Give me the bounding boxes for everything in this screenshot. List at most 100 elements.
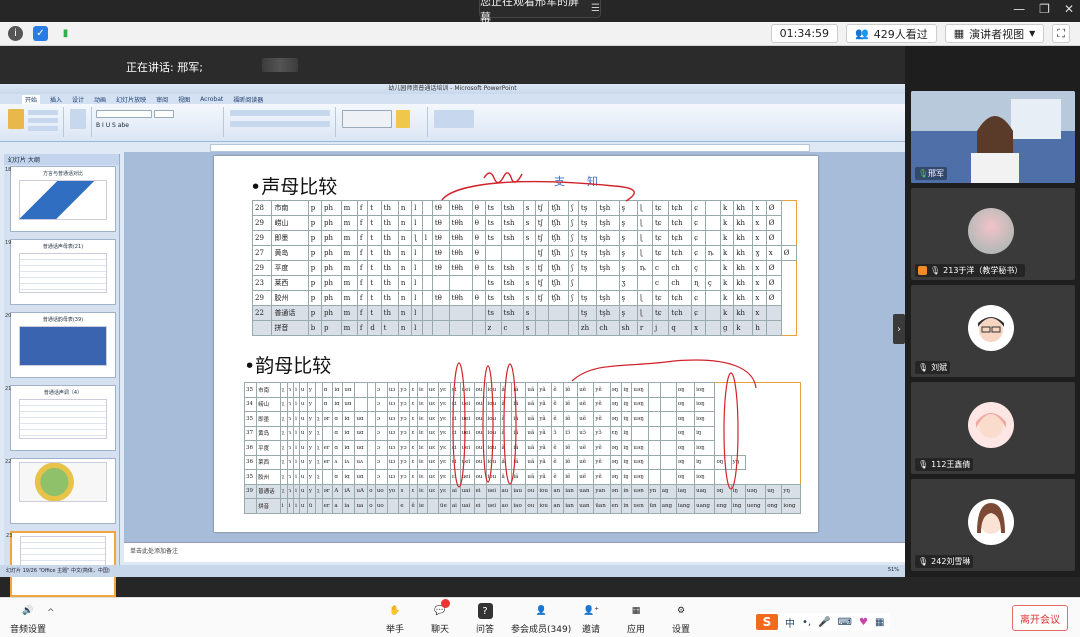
screen-share-banner[interactable]: 您正在观看邢军的屏幕 ☰ [479, 0, 601, 24]
table-row: 35 即墨 ʅ ɿ i u y ʅ ər ɑ iɑ uɑ ɔ uɔ yɔ ɛ iɛ uɛ yɛ ɛi uei ou iou ã… [243, 411, 801, 427]
raise-hand-button[interactable]: ✋ 举手 [386, 603, 404, 635]
table-cell: θ [471, 245, 486, 261]
table-cell: kh [733, 305, 754, 321]
slide-thumbnail[interactable]: 23 [6, 531, 116, 597]
copy-button[interactable] [28, 118, 58, 123]
zoom-level[interactable]: 51% [888, 567, 899, 575]
participant-name: 112王鑫倩 [931, 460, 971, 469]
ribbon-tab[interactable]: Acrobat [200, 96, 223, 103]
table-cell: ou [473, 382, 487, 398]
table-cell: tşh [596, 230, 620, 246]
table-cell [534, 320, 550, 336]
voice-icon[interactable]: 🎤 [818, 617, 830, 628]
quick-styles-button[interactable] [396, 110, 410, 128]
participant-tile[interactable]: 🎙 213于洋（教学秘书） [911, 188, 1075, 280]
restore-icon[interactable]: ❐ [1039, 2, 1050, 16]
list-buttons[interactable] [230, 110, 330, 116]
settings-button[interactable]: ⚙ 设置 [672, 603, 690, 635]
slide-thumbnail[interactable]: 18 方言与普通话对比 [5, 166, 116, 232]
table-cell: ph [321, 200, 342, 216]
view-mode-button[interactable]: ▦ 演讲者视图 ▼ [944, 24, 1045, 43]
table-cell: kh [733, 275, 754, 291]
slide-thumbnail[interactable]: 21 普通话声调（4） [5, 385, 116, 451]
qa-button[interactable]: ? 问答 [476, 603, 494, 635]
table-row: 拼音 b p m f d t n l z c s zh ch sh r j q x g k h [251, 320, 797, 336]
table-cell: m [340, 320, 358, 336]
shapes-gallery[interactable] [342, 110, 392, 128]
fullscreen-button[interactable]: ⛶ [1052, 24, 1070, 43]
ime-language[interactable]: 中 [785, 615, 795, 630]
ime-toolbar[interactable]: S 中 •, 🎤 ⌨ ♥ ▦ [754, 613, 890, 631]
ribbon-tab[interactable]: 福昕阅读器 [233, 95, 263, 104]
slides-group [66, 107, 92, 137]
ribbon-tab[interactable]: 设计 [72, 95, 84, 104]
table-cell: ɕ [691, 305, 706, 321]
table-cell: iŋ [621, 454, 633, 470]
apps-button[interactable]: ▦ 应用 [627, 603, 645, 635]
slide-thumbnail[interactable]: 19 普通话声母表(21) [5, 239, 116, 305]
close-icon[interactable]: ✕ [1064, 2, 1074, 16]
table-cell: 35 [243, 382, 258, 398]
table-cell: ş [618, 230, 638, 246]
chevron-up-icon[interactable]: ^ [47, 608, 55, 618]
viewers-button[interactable]: 👥 429人看过 [846, 24, 937, 43]
table-cell [354, 382, 369, 398]
slide-thumbnail[interactable]: 22 [5, 458, 116, 524]
new-slide-button[interactable] [70, 109, 86, 129]
toolbox-icon[interactable]: ▦ [875, 617, 884, 628]
collapse-panel-button[interactable]: › [893, 314, 905, 344]
table-cell: k [719, 200, 735, 216]
members-button[interactable]: 👤 参会成员(349) [511, 603, 571, 635]
paste-icon[interactable] [8, 109, 24, 129]
table-cell: oŋ [675, 382, 696, 398]
table-cell: y [306, 382, 316, 398]
table-cell: d [367, 320, 382, 336]
notes-pane[interactable]: 单击此处添加备注 [124, 542, 906, 562]
table-cell: ɑ [332, 411, 344, 427]
invite-button[interactable]: 👤⁺ 邀请 [582, 603, 600, 635]
align-buttons[interactable] [230, 121, 330, 127]
font-size-select[interactable] [154, 110, 174, 118]
ribbon-tab[interactable]: 视图 [178, 95, 190, 104]
table-cell: ş [618, 245, 638, 261]
keyboard-icon[interactable]: ⌨ [838, 617, 852, 628]
ribbon-tab[interactable]: 幻灯片放映 [116, 95, 146, 104]
hand-icon: ✋ [389, 606, 401, 616]
participant-tile[interactable]: 🎙 242刘雪琳 [911, 479, 1075, 571]
table-cell: yŋ [730, 454, 746, 470]
shield-icon[interactable]: ✓ [33, 26, 48, 41]
font-style-buttons[interactable]: B I U S abe [96, 122, 196, 130]
skin-icon[interactable]: ♥ [859, 617, 868, 628]
participant-tile[interactable]: 🎙 刘斌 [911, 285, 1075, 377]
slide-canvas[interactable]: •声母比较 支 知 28 市南 p ph m f t th n l tθ tθh θ ts tsh s tʃ tʃ… [214, 156, 818, 532]
minimize-icon[interactable]: — [1013, 2, 1025, 16]
ribbon-tab[interactable]: 插入 [50, 95, 62, 104]
table-cell: uəŋ [631, 454, 649, 470]
info-icon[interactable]: i [8, 26, 23, 41]
font-name-select[interactable] [96, 110, 152, 118]
table-cell: 黄岛 [271, 245, 309, 261]
table-cell: ou [473, 440, 487, 456]
participant-tile[interactable]: 🎙 112王鑫倩 [911, 382, 1075, 474]
members-icon: 👤 [535, 606, 547, 616]
slide-thumbnail[interactable]: 20 普通话韵母表(39) [5, 312, 116, 378]
menu-icon[interactable]: ☰ [591, 3, 600, 14]
find-replace-buttons[interactable] [434, 110, 474, 128]
audio-settings-button[interactable]: 🔊 音频设置 [10, 603, 46, 635]
leave-meeting-button[interactable]: 离开会议 [1012, 605, 1068, 631]
format-painter-button[interactable] [28, 126, 58, 131]
punctuation-icon[interactable]: •, [802, 617, 811, 628]
table-cell: tθ [431, 290, 450, 306]
chat-button[interactable]: 💬 聊天 [431, 599, 450, 635]
pane-tabs[interactable]: 幻灯片 大纲 [4, 154, 119, 165]
ribbon-tab[interactable]: 动画 [94, 95, 106, 104]
editing-group [430, 107, 480, 137]
table-cell: 普通话 [271, 305, 309, 321]
table-row: 28 市南 p ph m f t th n l tθ tθh θ ts tsh s tʃ tʃh ʃ tş tşh ş ɭ t… [251, 200, 797, 216]
participant-tile-video[interactable]: 🎙 邢军 [911, 91, 1075, 183]
cut-button[interactable] [28, 110, 58, 115]
table-cell: tş [577, 245, 598, 261]
ribbon-tab[interactable]: 审阅 [156, 95, 168, 104]
signal-icon[interactable]: ▮ [58, 26, 73, 41]
ribbon-tab[interactable]: 开始 [22, 94, 41, 104]
